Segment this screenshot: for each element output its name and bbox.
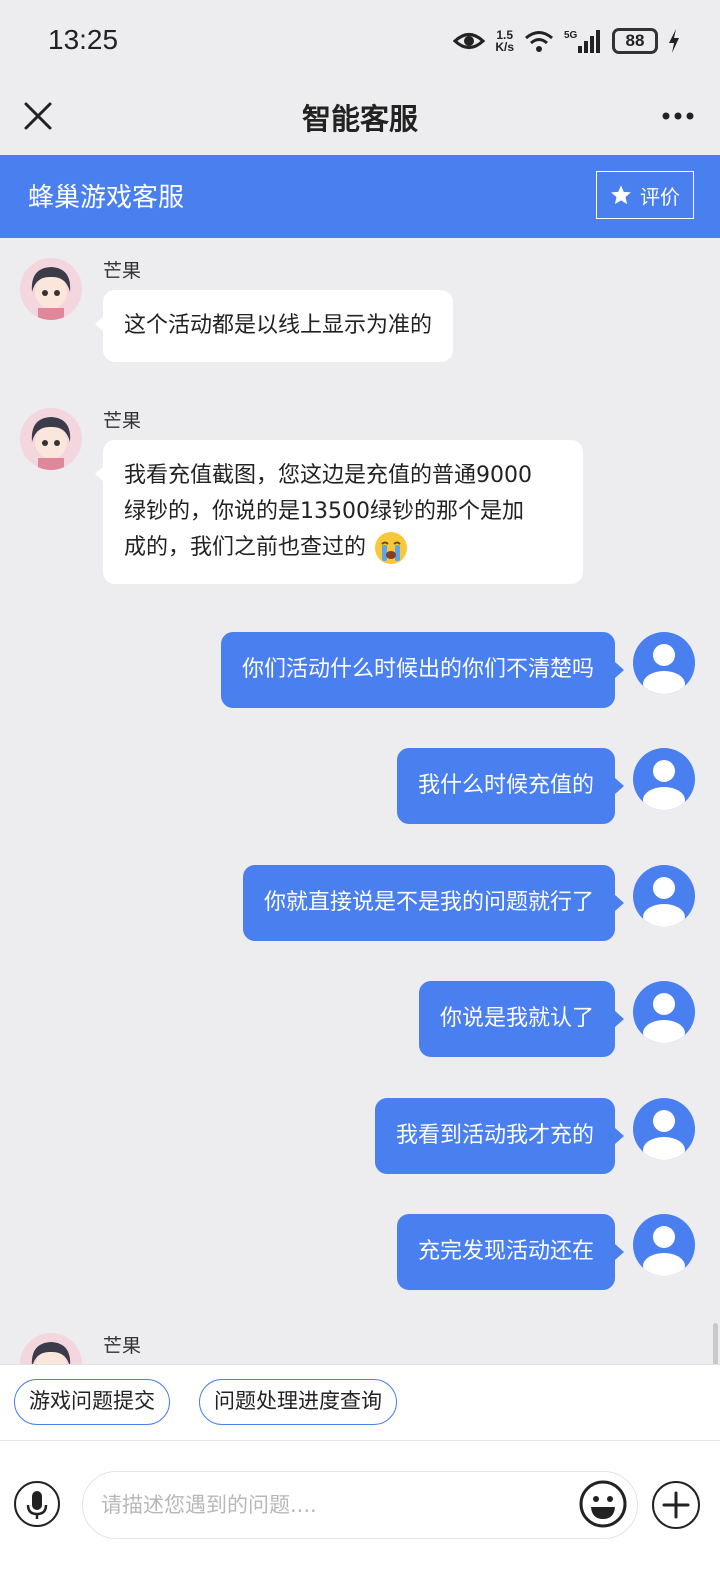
eye-icon [453, 33, 486, 49]
quick-action-submit-issue[interactable]: 游戏问题提交 [14, 1379, 170, 1425]
message-outgoing: 充完发现活动还在 [0, 1214, 720, 1294]
input-bar [0, 1440, 720, 1588]
user-avatar[interactable] [633, 1098, 695, 1160]
message-bubble: 我看充值截图，您这边是充值的普通9000 绿钞的，你说的是13500绿钞的那个是… [95, 440, 583, 584]
user-avatar[interactable] [633, 981, 695, 1043]
sender-name: 芒果 [103, 1335, 142, 1357]
network-speed-unit: K/s [495, 40, 514, 54]
charging-icon [669, 29, 679, 53]
signal-icon: 5G [564, 30, 600, 53]
title-bar: 智能客服 [0, 80, 720, 155]
message-line: 我看充值截图，您这边是充值的普通9000 [124, 463, 532, 488]
message-outgoing: 你说是我就认了 [0, 981, 720, 1061]
sender-name: 芒果 [103, 410, 142, 432]
message-input-box[interactable] [82, 1471, 638, 1539]
service-header: 蜂巢游戏客服 评价 [0, 155, 720, 238]
service-title: 蜂巢游戏客服 [28, 183, 185, 213]
crying-emoji [375, 532, 408, 564]
network-type: 5G [564, 30, 578, 41]
message-outgoing: 你们活动什么时候出的你们不清楚吗 [0, 632, 720, 712]
emoji-icon[interactable] [578, 1479, 628, 1529]
rate-label: 评价 [640, 184, 680, 209]
star-icon [611, 185, 631, 205]
message-bubble: 我什么时候充值的 [396, 748, 625, 824]
message-line: 成的，我们之前也查过的 [124, 535, 367, 560]
message-bubble: 这个活动都是以线上显示为准的 [94, 290, 454, 362]
message-line: 绿钞的，你说的是13500绿钞的那个是加 [124, 499, 524, 524]
agent-avatar[interactable] [20, 408, 82, 470]
more-icon[interactable] [658, 98, 698, 134]
user-avatar[interactable] [633, 1214, 695, 1276]
message-bubble: 我看到活动我才充的 [374, 1098, 625, 1174]
battery-icon: 88 [612, 28, 658, 54]
quick-action-progress-query[interactable]: 问题处理进度查询 [199, 1379, 397, 1425]
message-bubble: 你就直接说是不是我的问题就行了 [242, 865, 625, 941]
message-outgoing: 我看到活动我才充的 [0, 1098, 720, 1178]
quick-actions-bar: 游戏问题提交 问题处理进度查询 [0, 1364, 720, 1440]
message-bubble: 充完发现活动还在 [396, 1214, 625, 1290]
sender-name: 芒果 [103, 260, 142, 282]
message-outgoing: 你就直接说是不是我的问题就行了 [0, 865, 720, 945]
microphone-icon [26, 1491, 48, 1519]
chat-area[interactable]: 芒果 这个活动都是以线上显示为准的 芒果 我看充值截图，您这边是充值的普通900… [0, 238, 720, 1382]
microphone-button[interactable] [14, 1481, 60, 1527]
message-bubble: 你们活动什么时候出的你们不清楚吗 [220, 632, 625, 708]
page-title: 智能客服 [301, 102, 418, 136]
message-bubble: 你说是我就认了 [418, 981, 625, 1057]
plus-icon [662, 1491, 690, 1519]
agent-avatar[interactable] [20, 258, 82, 320]
network-speed: 1.5 K/s [495, 29, 514, 53]
message-outgoing: 我什么时候充值的 [0, 748, 720, 828]
user-avatar[interactable] [633, 632, 695, 694]
plus-button[interactable] [652, 1481, 700, 1529]
user-avatar[interactable] [633, 865, 695, 927]
status-bar: 13:25 1.5 K/s 5G 88 [0, 0, 720, 80]
status-time: 13:25 [48, 24, 119, 55]
message-line-wrap: 成的，我们之前也查过的 [124, 530, 562, 566]
rate-button[interactable]: 评价 [596, 171, 694, 219]
wifi-icon [525, 31, 553, 52]
status-icons: 1.5 K/s 5G 88 [453, 24, 680, 58]
user-avatar[interactable] [633, 748, 695, 810]
message-input[interactable] [101, 1472, 571, 1538]
